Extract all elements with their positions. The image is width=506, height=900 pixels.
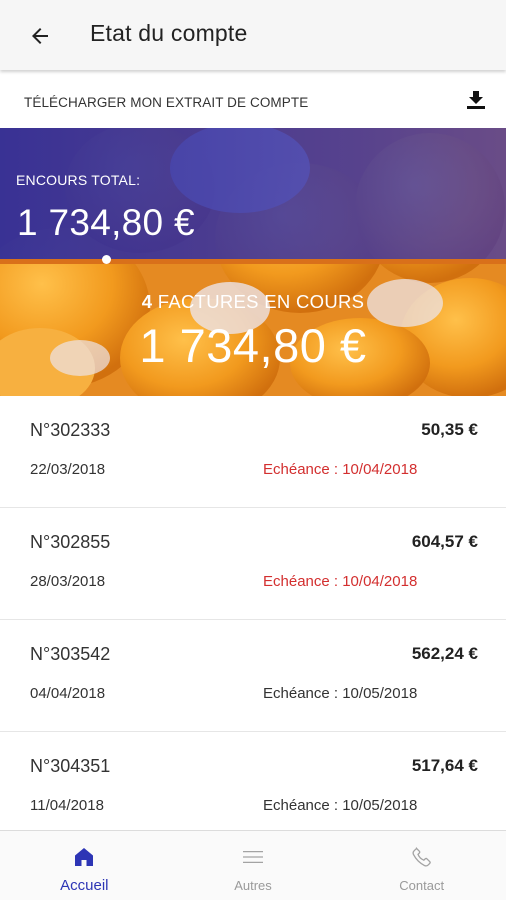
- invoice-amount: 50,35 €: [421, 420, 478, 439]
- nav-label-contact: Contact: [399, 878, 445, 893]
- invoice-amount: 604,57 €: [411, 532, 478, 551]
- invoice-due-date: Echéance : 10/04/2018: [263, 461, 418, 478]
- app-bar: Etat du compte: [0, 0, 506, 70]
- bottom-navigation: Accueil Autres Contact: [0, 830, 506, 900]
- invoice-due-date: Echéance : 10/04/2018: [263, 573, 418, 590]
- arrow-left-icon: [32, 28, 48, 44]
- carousel-indicator-dot[interactable]: [102, 255, 111, 264]
- pending-invoices-count: 4: [141, 291, 153, 312]
- invoice-row[interactable]: N°304351 517,64 € 11/04/2018 Echéance : …: [0, 732, 506, 844]
- invoice-amount: 517,64 €: [411, 756, 478, 775]
- page-title: Etat du compte: [90, 20, 248, 46]
- invoice-row[interactable]: N°303542 562,24 € 04/04/2018 Echéance : …: [0, 620, 506, 732]
- invoice-date: 28/03/2018: [30, 573, 106, 590]
- back-button[interactable]: [22, 18, 58, 54]
- invoice-list: N°302333 50,35 € 22/03/2018 Echéance : 1…: [0, 396, 506, 844]
- home-icon: [75, 848, 94, 866]
- account-summary-banner: ENCOURS TOTAL: 1 734,80 € 4 FACTURES EN …: [0, 128, 506, 396]
- invoice-date: 22/03/2018: [30, 461, 106, 478]
- pending-invoices-line: 4 FACTURES EN COURS: [0, 291, 506, 313]
- invoice-amount: 562,24 €: [411, 644, 478, 663]
- invoice-due-date: Echéance : 10/05/2018: [263, 685, 418, 702]
- nav-label-accueil: Accueil: [60, 877, 109, 894]
- encours-total-label: ENCOURS TOTAL:: [16, 172, 141, 188]
- invoice-number: N°302855: [30, 532, 111, 552]
- phone-icon: [412, 846, 431, 867]
- nav-label-autres: Autres: [234, 878, 272, 893]
- invoice-date: 11/04/2018: [30, 797, 104, 814]
- menu-icon: [243, 851, 263, 863]
- invoice-due-date: Echéance : 10/05/2018: [263, 797, 418, 814]
- invoice-row[interactable]: N°302333 50,35 € 22/03/2018 Echéance : 1…: [0, 396, 506, 508]
- invoice-row[interactable]: N°302855 604,57 € 28/03/2018 Echéance : …: [0, 508, 506, 620]
- encours-total-amount: 1 734,80 €: [17, 202, 195, 243]
- invoice-number: N°304351: [30, 756, 111, 776]
- invoice-number: N°303542: [30, 644, 111, 664]
- pending-invoices-amount: 1 734,80 €: [139, 319, 367, 372]
- download-statement-button[interactable]: TÉLÉCHARGER MON EXTRAIT DE COMPTE: [0, 72, 506, 128]
- pending-invoices-label: FACTURES EN COURS: [157, 291, 365, 312]
- invoice-number: N°302333: [30, 420, 111, 440]
- invoice-date: 04/04/2018: [30, 685, 106, 702]
- nav-item-accueil[interactable]: Accueil: [0, 831, 169, 900]
- download-statement-label: TÉLÉCHARGER MON EXTRAIT DE COMPTE: [24, 95, 309, 110]
- nav-item-contact[interactable]: Contact: [337, 831, 506, 900]
- download-icon: [467, 91, 485, 109]
- nav-item-autres[interactable]: Autres: [169, 831, 338, 900]
